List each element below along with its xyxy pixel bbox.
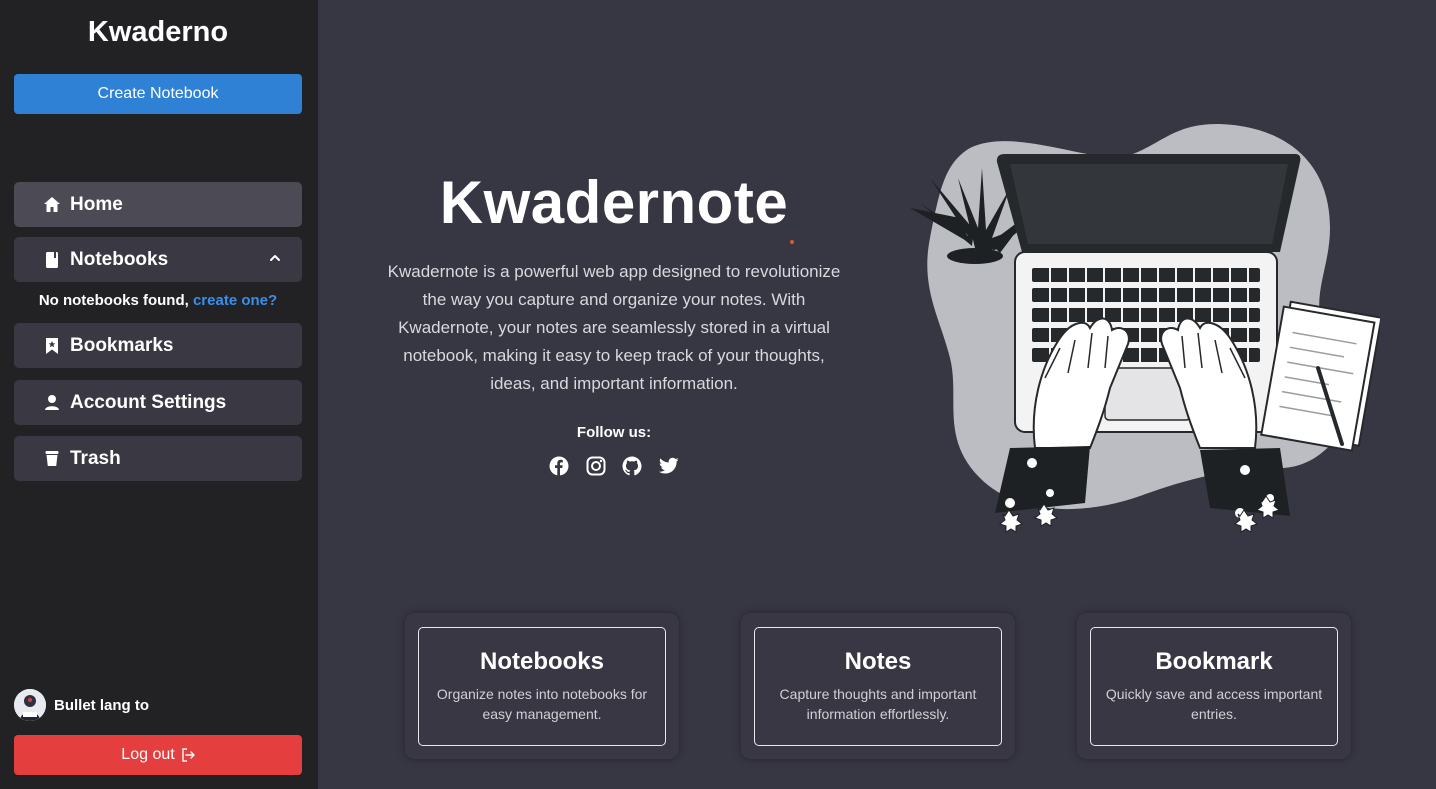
sidebar-item-label: Home — [70, 193, 123, 215]
sidebar-item-account-settings[interactable]: Account Settings — [14, 380, 302, 425]
feature-card-notebooks: Notebooks Organize notes into notebooks … — [405, 613, 679, 759]
feature-title: Notes — [844, 648, 912, 675]
feature-card-notes: Notes Capture thoughts and important inf… — [741, 613, 1015, 759]
avatar — [14, 689, 46, 721]
sidebar-item-notebooks[interactable]: Notebooks — [14, 237, 302, 282]
feature-card-inner: Notebooks Organize notes into notebooks … — [418, 627, 666, 746]
facebook-icon[interactable] — [548, 455, 570, 477]
sidebar-item-label: Trash — [70, 447, 121, 469]
logout-icon — [181, 748, 195, 762]
feature-card-inner: Notes Capture thoughts and important inf… — [754, 627, 1002, 746]
laptop-illustration — [910, 123, 1380, 533]
feature-description: Capture thoughts and important informati… — [779, 686, 977, 722]
feature-description: Quickly save and access important entrie… — [1105, 686, 1323, 722]
hero-description: Kwadernote is a powerful web app designe… — [387, 262, 841, 393]
notebooks-empty-message: No notebooks found, create one? — [0, 292, 316, 309]
notebook-icon — [42, 250, 62, 270]
feature-card-inner: Bookmark Quickly save and access importa… — [1090, 627, 1338, 746]
github-icon[interactable] — [621, 455, 643, 477]
feature-card-bookmark: Bookmark Quickly save and access importa… — [1077, 613, 1351, 759]
create-one-link[interactable]: create one? — [193, 292, 277, 309]
decorative-dot — [790, 240, 794, 244]
user-name: Bullet lang to — [54, 696, 149, 714]
empty-text: No notebooks found, — [38, 292, 189, 309]
sidebar-item-label: Account Settings — [70, 391, 227, 413]
social-links — [548, 455, 680, 479]
sidebar-item-label: Bookmarks — [70, 334, 174, 356]
logout-label: Log out — [121, 746, 175, 763]
sidebar-item-label: Notebooks — [70, 248, 169, 270]
instagram-icon[interactable] — [585, 455, 607, 477]
bookmark-icon — [42, 336, 62, 356]
create-notebook-button[interactable]: Create Notebook — [14, 74, 302, 114]
sidebar: Kwaderno Create Notebook Home Notebooks … — [0, 0, 318, 789]
feature-description: Organize notes into notebooks for easy m… — [436, 686, 648, 722]
sidebar-item-home[interactable]: Home — [14, 182, 302, 227]
logout-button[interactable]: Log out — [14, 735, 302, 775]
home-icon — [42, 195, 62, 215]
brand-title: Kwaderno — [87, 16, 229, 48]
trash-icon — [42, 449, 62, 469]
feature-title: Notebooks — [479, 648, 604, 675]
chevron-up-icon[interactable] — [268, 251, 282, 265]
sidebar-item-bookmarks[interactable]: Bookmarks — [14, 323, 302, 368]
user-profile[interactable]: Bullet lang to — [14, 688, 149, 722]
twitter-icon[interactable] — [658, 455, 680, 477]
user-icon — [42, 393, 62, 413]
sidebar-item-trash[interactable]: Trash — [14, 436, 302, 481]
hero-title: Kwadernote — [439, 169, 789, 236]
feature-title: Bookmark — [1155, 648, 1273, 675]
follow-us-label: Follow us: — [576, 424, 652, 441]
